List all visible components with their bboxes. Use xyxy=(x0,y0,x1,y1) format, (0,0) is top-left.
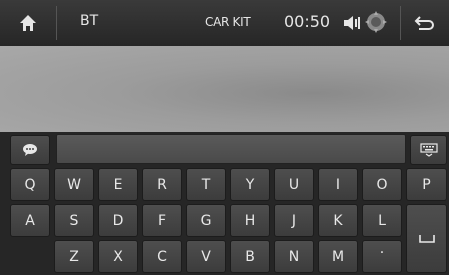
top-bar: BT CAR KIT 00:50 xyxy=(0,0,449,46)
gear-icon xyxy=(365,11,387,33)
key-u[interactable]: U xyxy=(274,168,314,201)
key-z[interactable]: Z xyxy=(54,240,94,273)
volume-button[interactable] xyxy=(342,13,362,33)
key-b[interactable]: B xyxy=(230,240,270,273)
key-c[interactable]: C xyxy=(142,240,182,273)
home-button[interactable] xyxy=(0,0,56,46)
text-display-area xyxy=(0,46,449,132)
message-button[interactable] xyxy=(10,135,50,165)
key-dot[interactable]: · xyxy=(362,240,402,273)
back-arrow-icon xyxy=(414,16,434,30)
text-input[interactable] xyxy=(56,134,406,164)
key-x[interactable]: X xyxy=(98,240,138,273)
back-button[interactable] xyxy=(400,0,449,46)
speaker-icon xyxy=(344,16,360,30)
bt-label: BT xyxy=(80,13,99,29)
divider xyxy=(56,6,57,40)
key-j[interactable]: J xyxy=(274,204,314,237)
key-g[interactable]: G xyxy=(186,204,226,237)
key-t[interactable]: T xyxy=(186,168,226,201)
key-v[interactable]: V xyxy=(186,240,226,273)
key-a[interactable]: A xyxy=(10,204,50,237)
keyboard-icon xyxy=(419,143,438,157)
key-l[interactable]: L xyxy=(362,204,402,237)
key-p[interactable]: P xyxy=(406,168,447,201)
key-y[interactable]: Y xyxy=(230,168,270,201)
key-e[interactable]: E xyxy=(98,168,138,201)
clock: 00:50 xyxy=(284,12,331,31)
chat-bubble-icon xyxy=(23,144,37,156)
hide-keyboard-button[interactable] xyxy=(410,135,447,165)
key-w[interactable]: W xyxy=(54,168,94,201)
key-r[interactable]: R xyxy=(142,168,182,201)
key-s[interactable]: S xyxy=(54,204,94,237)
settings-button[interactable] xyxy=(364,10,388,34)
carkit-screen: BT CAR KIT 00:50 Q W E R T Y U I O P A S… xyxy=(0,0,449,275)
keyboard: Q W E R T Y U I O P A S D F G H J K L Z … xyxy=(0,132,449,275)
key-o[interactable]: O xyxy=(362,168,402,201)
key-k[interactable]: K xyxy=(318,204,358,237)
home-icon xyxy=(20,15,36,31)
enter-icon xyxy=(418,234,435,243)
key-m[interactable]: M xyxy=(318,240,358,273)
key-f[interactable]: F xyxy=(142,204,182,237)
screen-title: CAR KIT xyxy=(205,15,251,29)
key-h[interactable]: H xyxy=(230,204,270,237)
key-q[interactable]: Q xyxy=(10,168,50,201)
key-n[interactable]: N xyxy=(274,240,314,273)
key-i[interactable]: I xyxy=(318,168,358,201)
key-d[interactable]: D xyxy=(98,204,138,237)
enter-key[interactable] xyxy=(406,204,447,273)
